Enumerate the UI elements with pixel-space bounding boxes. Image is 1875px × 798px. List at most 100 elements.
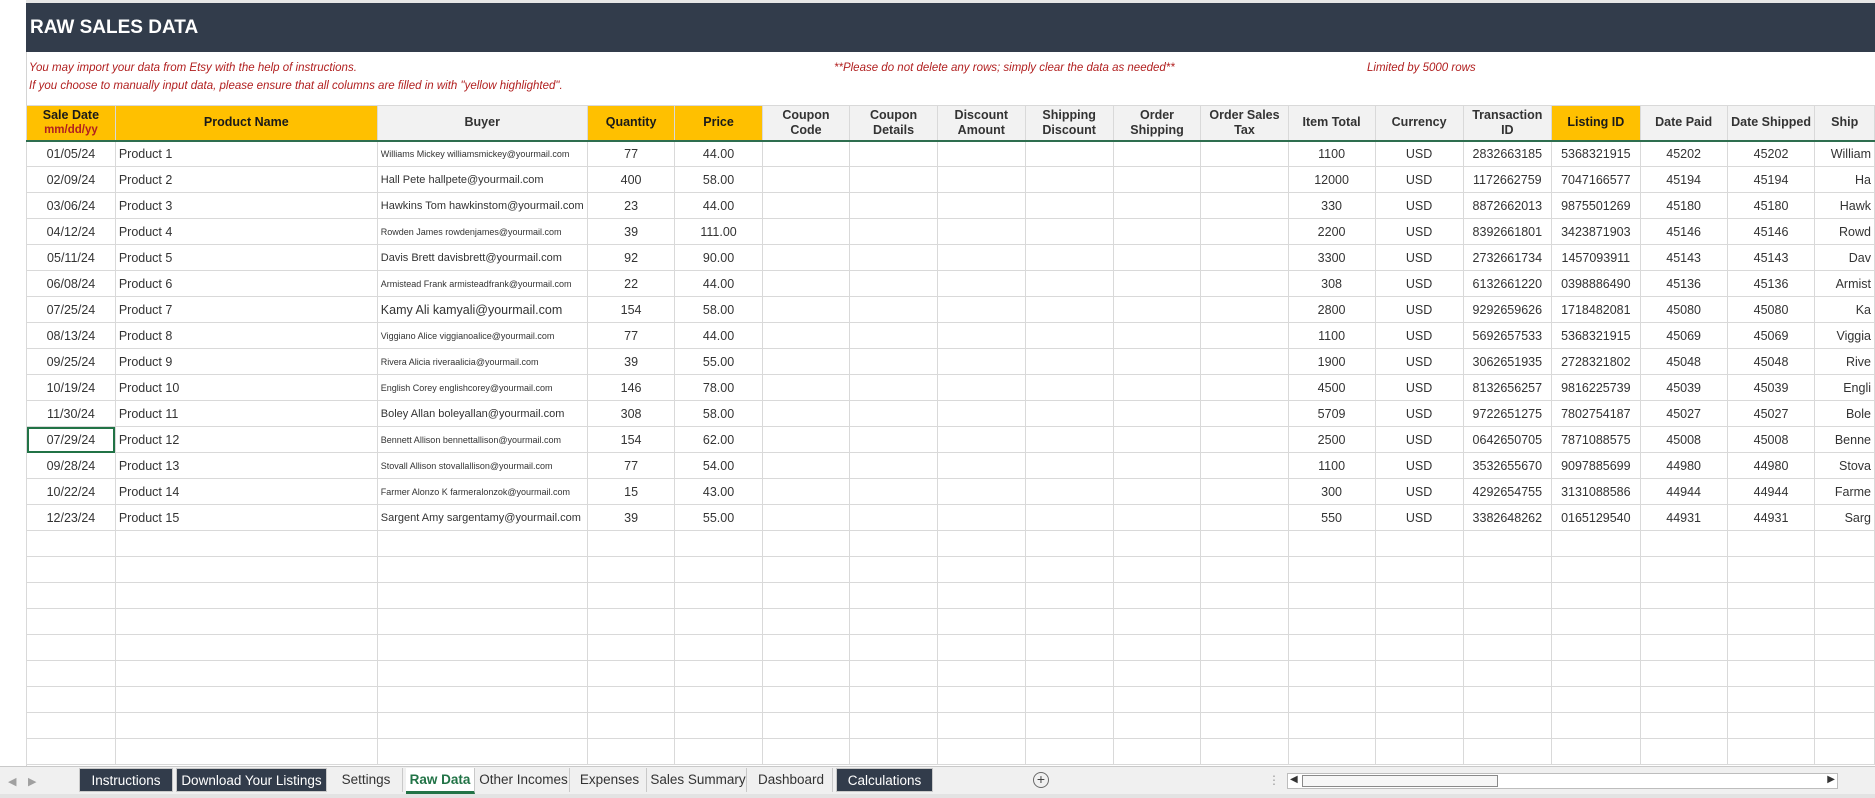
empty-cell[interactable] bbox=[376, 712, 588, 739]
empty-cell[interactable] bbox=[1551, 582, 1641, 609]
empty-cell[interactable] bbox=[674, 530, 763, 557]
cell-shipped[interactable]: 45146 bbox=[1726, 218, 1816, 245]
cell-product[interactable]: Product 12 bbox=[114, 426, 378, 453]
cell-txn[interactable]: 9722651275 bbox=[1462, 400, 1553, 427]
empty-cell[interactable] bbox=[1024, 192, 1114, 219]
scroll-left-arrow-icon[interactable]: ◀ bbox=[1290, 774, 1298, 785]
cell-total[interactable]: 2200 bbox=[1287, 218, 1376, 245]
empty-cell[interactable] bbox=[936, 452, 1026, 479]
cell-buyer[interactable]: Stovall Allison stovallallison@yourmail.… bbox=[376, 452, 588, 479]
cell-date[interactable]: 02/09/24 bbox=[26, 166, 116, 193]
empty-cell[interactable] bbox=[1814, 556, 1875, 583]
cell-listing[interactable]: 3423871903 bbox=[1551, 218, 1641, 245]
empty-cell[interactable] bbox=[849, 348, 938, 375]
empty-cell[interactable] bbox=[1024, 504, 1114, 531]
cell-ship[interactable]: Rive bbox=[1814, 348, 1875, 375]
cell-buyer[interactable]: Williams Mickey williamsmickey@yourmail.… bbox=[376, 140, 588, 167]
scrollbar-thumb[interactable] bbox=[1302, 775, 1498, 787]
cell-listing[interactable]: 7871088575 bbox=[1551, 426, 1641, 453]
empty-cell[interactable] bbox=[1024, 140, 1114, 167]
column-header[interactable]: Coupon Details bbox=[849, 105, 938, 142]
cell-qty[interactable]: 39 bbox=[586, 348, 676, 375]
empty-cell[interactable] bbox=[761, 400, 851, 427]
empty-cell[interactable] bbox=[1287, 634, 1376, 661]
cell-qty[interactable]: 308 bbox=[586, 400, 676, 427]
empty-cell[interactable] bbox=[936, 660, 1026, 687]
empty-cell[interactable] bbox=[761, 322, 851, 349]
empty-cell[interactable] bbox=[1024, 166, 1114, 193]
empty-cell[interactable] bbox=[1200, 712, 1289, 739]
cell-buyer[interactable]: Davis Brett davisbrett@yourmail.com bbox=[376, 244, 588, 271]
empty-cell[interactable] bbox=[849, 426, 938, 453]
empty-cell[interactable] bbox=[849, 218, 938, 245]
cell-shipped[interactable]: 45027 bbox=[1726, 400, 1816, 427]
cell-product[interactable]: Product 1 bbox=[114, 140, 378, 167]
empty-cell[interactable] bbox=[1551, 530, 1641, 557]
cell-txn[interactable]: 8872662013 bbox=[1462, 192, 1553, 219]
column-header[interactable]: Date Paid bbox=[1639, 105, 1728, 142]
cell-product[interactable]: Product 8 bbox=[114, 322, 378, 349]
cell-buyer[interactable]: Bennett Allison bennettallison@yourmail.… bbox=[376, 426, 588, 453]
empty-cell[interactable] bbox=[1726, 738, 1816, 765]
cell-qty[interactable]: 77 bbox=[586, 452, 676, 479]
empty-cell[interactable] bbox=[849, 712, 938, 739]
cell-qty[interactable]: 400 bbox=[586, 166, 676, 193]
cell-buyer[interactable]: Viggiano Alice viggianoalice@yourmail.co… bbox=[376, 322, 588, 349]
empty-cell[interactable] bbox=[936, 530, 1026, 557]
cell-buyer[interactable]: Hall Pete hallpete@yourmail.com bbox=[376, 166, 588, 193]
cell-date[interactable]: 12/23/24 bbox=[26, 504, 116, 531]
cell-price[interactable]: 44.00 bbox=[674, 322, 763, 349]
empty-cell[interactable] bbox=[1112, 192, 1202, 219]
cell-date[interactable]: 10/22/24 bbox=[26, 478, 116, 505]
cell-paid[interactable]: 45080 bbox=[1639, 296, 1728, 323]
empty-cell[interactable] bbox=[1374, 660, 1464, 687]
empty-cell[interactable] bbox=[936, 270, 1026, 297]
cell-price[interactable]: 111.00 bbox=[674, 218, 763, 245]
cell-paid[interactable]: 44944 bbox=[1639, 478, 1728, 505]
empty-cell[interactable] bbox=[1726, 634, 1816, 661]
cell-total[interactable]: 308 bbox=[1287, 270, 1376, 297]
empty-cell[interactable] bbox=[1287, 556, 1376, 583]
cell-paid[interactable]: 45027 bbox=[1639, 400, 1728, 427]
empty-cell[interactable] bbox=[1462, 608, 1553, 635]
empty-cell[interactable] bbox=[761, 270, 851, 297]
cell-paid[interactable]: 45069 bbox=[1639, 322, 1728, 349]
empty-cell[interactable] bbox=[1200, 452, 1289, 479]
cell-qty[interactable]: 22 bbox=[586, 270, 676, 297]
cell-date[interactable]: 03/06/24 bbox=[26, 192, 116, 219]
cell-txn[interactable]: 8392661801 bbox=[1462, 218, 1553, 245]
empty-cell[interactable] bbox=[1024, 478, 1114, 505]
cell-currency[interactable]: USD bbox=[1374, 400, 1464, 427]
cell-shipped[interactable]: 45069 bbox=[1726, 322, 1816, 349]
cell-price[interactable]: 54.00 bbox=[674, 452, 763, 479]
empty-cell[interactable] bbox=[1639, 582, 1728, 609]
empty-cell[interactable] bbox=[1024, 530, 1114, 557]
empty-cell[interactable] bbox=[849, 374, 938, 401]
empty-cell[interactable] bbox=[1024, 660, 1114, 687]
scroll-tabs-left-icon[interactable]: ◀ bbox=[8, 775, 16, 788]
cell-ship[interactable]: Armist bbox=[1814, 270, 1875, 297]
empty-cell[interactable] bbox=[849, 270, 938, 297]
cell-price[interactable]: 44.00 bbox=[674, 140, 763, 167]
tab-split-handle-icon[interactable]: ⋮ bbox=[1268, 773, 1280, 787]
empty-cell[interactable] bbox=[1462, 738, 1553, 765]
empty-cell[interactable] bbox=[1374, 686, 1464, 713]
empty-cell[interactable] bbox=[674, 712, 763, 739]
empty-cell[interactable] bbox=[1024, 608, 1114, 635]
empty-cell[interactable] bbox=[1200, 686, 1289, 713]
empty-cell[interactable] bbox=[936, 218, 1026, 245]
cell-paid[interactable]: 45194 bbox=[1639, 166, 1728, 193]
cell-price[interactable]: 58.00 bbox=[674, 296, 763, 323]
cell-date[interactable]: 08/13/24 bbox=[26, 322, 116, 349]
cell-listing[interactable]: 2728321802 bbox=[1551, 348, 1641, 375]
cell-listing[interactable]: 0165129540 bbox=[1551, 504, 1641, 531]
cell-listing[interactable]: 7047166577 bbox=[1551, 166, 1641, 193]
empty-cell[interactable] bbox=[1374, 634, 1464, 661]
empty-cell[interactable] bbox=[1112, 686, 1202, 713]
cell-product[interactable]: Product 9 bbox=[114, 348, 378, 375]
empty-cell[interactable] bbox=[849, 296, 938, 323]
empty-cell[interactable] bbox=[1024, 296, 1114, 323]
sheet-tab[interactable]: Calculations bbox=[836, 768, 933, 792]
cell-date[interactable]: 06/08/24 bbox=[26, 270, 116, 297]
empty-cell[interactable] bbox=[1024, 426, 1114, 453]
